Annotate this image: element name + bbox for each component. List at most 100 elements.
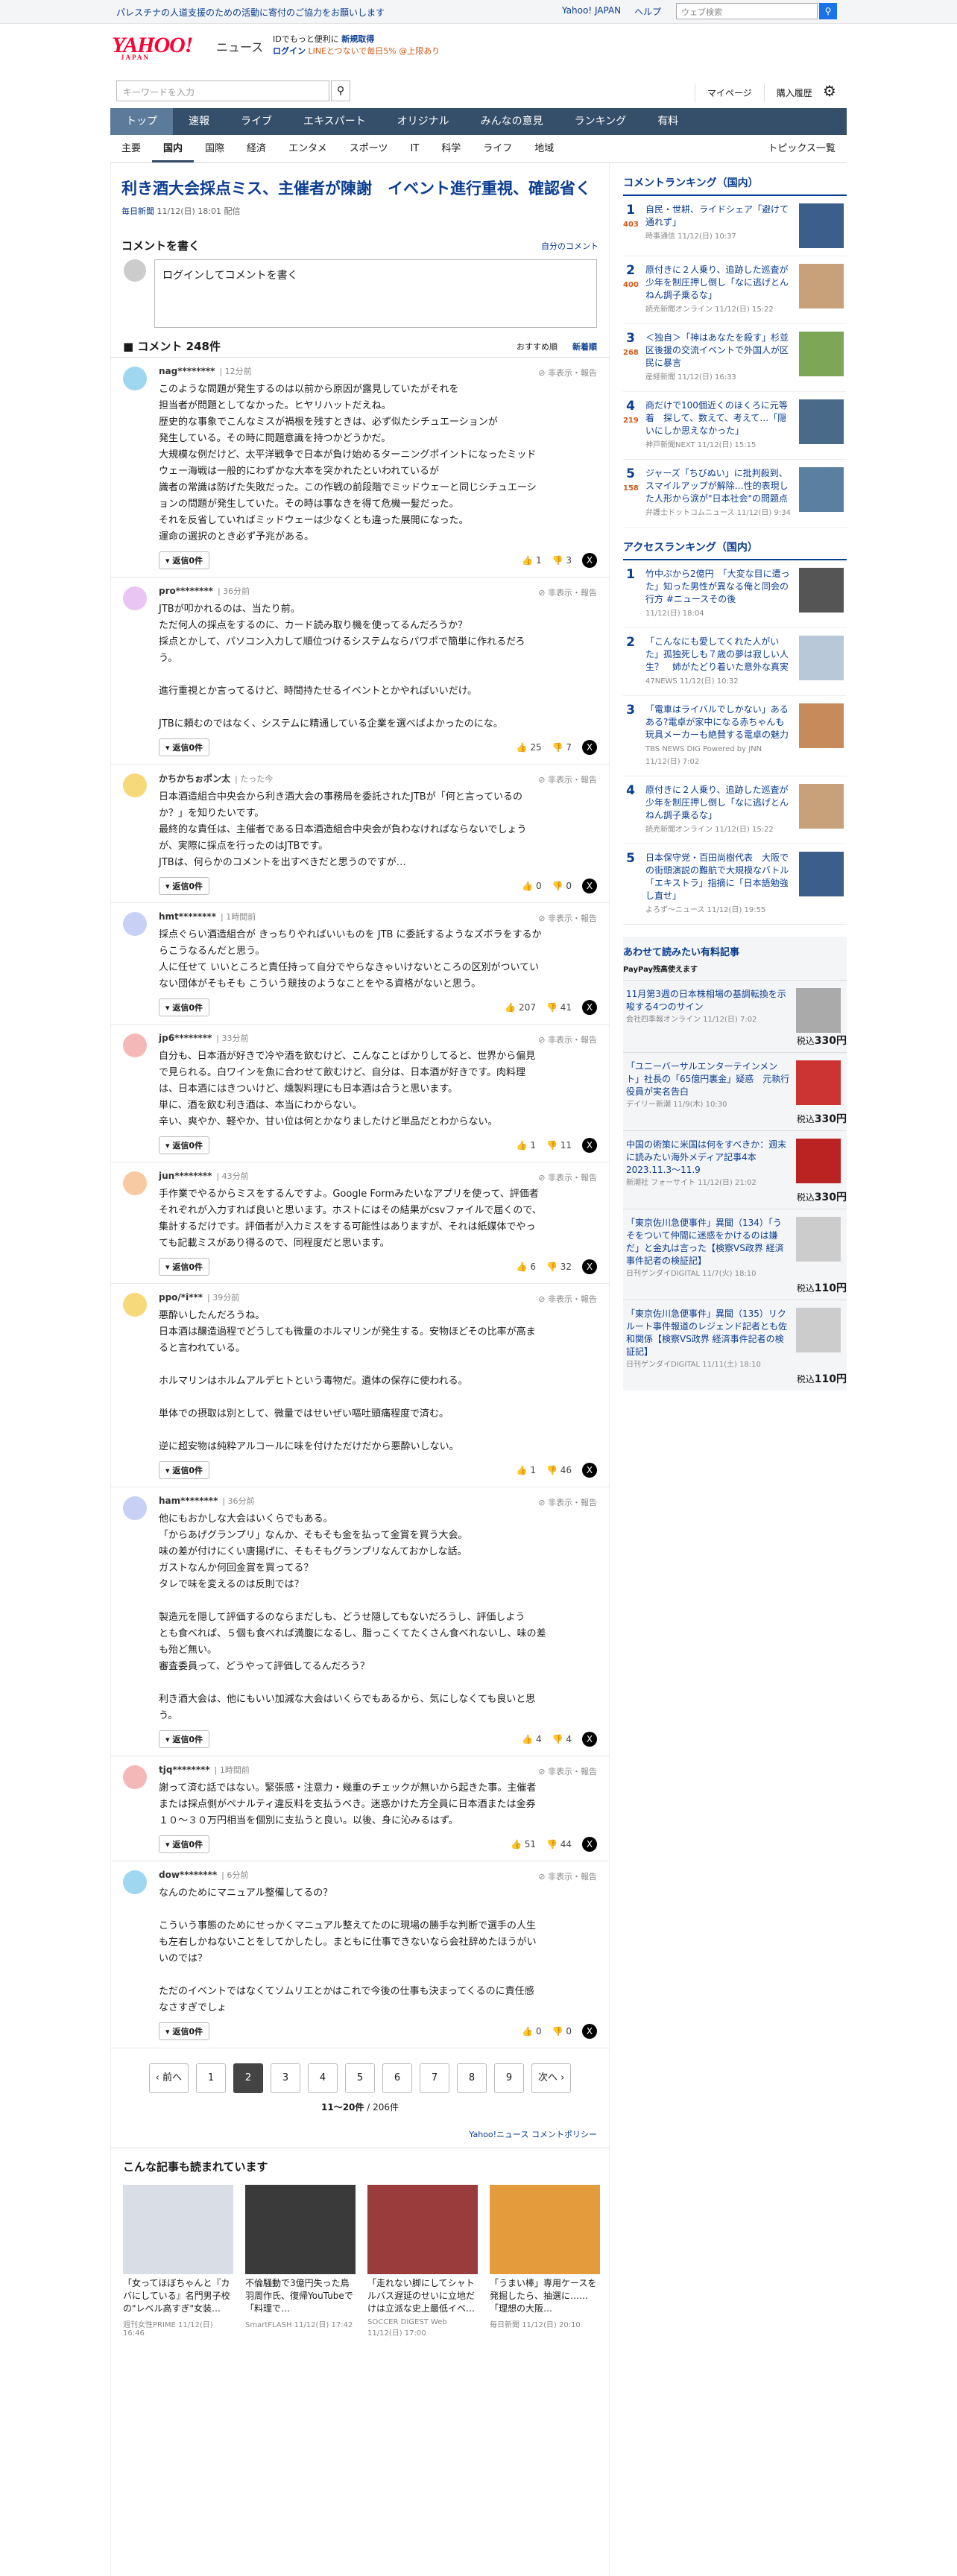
comment-user[interactable]: jp6******** | 33分前 [159, 1032, 597, 1044]
sort-recommended[interactable]: おすすめ順 [517, 341, 558, 352]
page-5-button[interactable]: 5 [345, 2063, 375, 2093]
reply-button[interactable]: ▾ 返信0件 [159, 551, 210, 569]
x-share-icon[interactable]: X [582, 1463, 597, 1478]
paid-article[interactable]: 「東京佐川急便事件」異聞（134）「うそをついて仲間に迷惑をかけるのは嫌だ」と金… [623, 1209, 847, 1300]
ranking-item[interactable]: 3 268 ＜独自＞「神はあなたを殺す」杉並区後援の交流イベントで外国人が区民に暴言… [623, 324, 847, 392]
x-share-icon[interactable]: X [582, 1259, 597, 1274]
page-2-button[interactable]: 2 [233, 2063, 263, 2093]
tab-economy[interactable]: 経済 [236, 135, 277, 162]
rank-title[interactable]: 商だけで100個近くのほくろに元等着 探して、数えて、考えて…「隠いにしか思えな… [645, 399, 792, 452]
comment-user[interactable]: jun******** | 43分前 [159, 1170, 597, 1182]
rank-thumbnail[interactable] [799, 568, 844, 613]
nav-opinions[interactable]: みんなの意見 [465, 108, 559, 135]
tab-sports[interactable]: スポーツ [338, 135, 399, 162]
thumbs-up-icon[interactable]: 👍 0 [522, 881, 541, 891]
help-link[interactable]: ヘルプ [634, 5, 661, 18]
card-thumbnail[interactable] [367, 2185, 478, 2274]
avatar[interactable] [123, 1765, 147, 1789]
nav-expert[interactable]: エキスパート [288, 108, 382, 135]
thumbs-up-icon[interactable]: 👍 207 [505, 1002, 536, 1013]
mypage-link[interactable]: マイページ [695, 83, 764, 102]
reply-button[interactable]: ▾ 返信0件 [159, 1258, 210, 1276]
page-1-button[interactable]: 1 [196, 2063, 226, 2093]
paid-thumbnail[interactable] [796, 988, 841, 1033]
rank-thumbnail[interactable] [799, 852, 844, 896]
rank-thumbnail[interactable] [799, 332, 844, 376]
paid-thumbnail[interactable] [796, 1139, 841, 1183]
rank-thumbnail[interactable] [799, 784, 844, 829]
search-icon[interactable]: ⚲ [331, 80, 350, 101]
thumbs-up-icon[interactable]: 👍 51 [511, 1839, 536, 1849]
comment-user[interactable]: dow******** | 6分前 [159, 1869, 597, 1881]
x-share-icon[interactable]: X [582, 740, 597, 755]
avatar[interactable] [123, 1293, 147, 1317]
reply-button[interactable]: ▾ 返信0件 [159, 2022, 210, 2040]
login-link[interactable]: ログイン [273, 46, 306, 56]
hide-report-link[interactable]: ⊘ 非表示・報告 [538, 367, 597, 379]
avatar[interactable] [123, 1034, 147, 1057]
rank-thumbnail[interactable] [799, 399, 844, 444]
rank-title[interactable]: 原付きに２人乗り、追跡した巡査が少年を制圧押し倒し「なに逃げとんねん調子乗るな」… [645, 264, 792, 316]
paid-thumbnail[interactable] [796, 1308, 841, 1352]
paid-thumbnail[interactable] [796, 1060, 841, 1105]
article-title[interactable]: 利き酒大会採点ミス、主催者が陳謝 イベント進行重視、確認省く [111, 163, 609, 202]
x-share-icon[interactable]: X [582, 553, 597, 568]
gear-icon[interactable]: ⚙ [823, 82, 836, 100]
card-title[interactable]: 「うまい棒」専用ケースを発掘したら、抽選に……「理想の大阪… [490, 2277, 600, 2315]
paid-article-title[interactable]: 「東京佐川急便事件」異聞（134）「うそをついて仲間に迷惑をかけるのは嫌だ」と金… [626, 1217, 790, 1280]
comment-user[interactable]: nag******** | 12分前 [159, 365, 597, 377]
page-8-button[interactable]: 8 [457, 2063, 487, 2093]
card-thumbnail[interactable] [490, 2185, 600, 2274]
comment-user[interactable]: hmt******** | 1時間前 [159, 911, 597, 923]
keyword-search-input[interactable]: キーワードを入力 [116, 80, 329, 101]
paid-thumbnail[interactable] [796, 1217, 841, 1262]
thumbs-down-icon[interactable]: 👎 41 [546, 1002, 572, 1013]
thumbs-down-icon[interactable]: 👎 0 [552, 881, 572, 891]
paid-article[interactable]: 「ユニーバーサルエンターテインメント」社長の「65億円裏金」疑惑 元執行役員が実… [623, 1052, 847, 1130]
avatar[interactable] [123, 367, 147, 390]
nav-paid[interactable]: 有料 [642, 108, 694, 135]
card-title[interactable]: 「走れない脚にしてシャトルバス遅延のせいに立地だけは立派な史上最低イベ… [367, 2277, 478, 2315]
nav-ranking[interactable]: ランキング [559, 108, 642, 135]
comment-user[interactable]: ppo/*i*** | 39分前 [159, 1291, 597, 1303]
card-title[interactable]: 不倫騒動で3億円失った鳥羽周作氏、復帰YouTubeで「料理で… [245, 2277, 356, 2315]
signup-link[interactable]: 新規取得 [341, 34, 374, 44]
ranking-item[interactable]: 1 403 自民・世耕、ライドシェア「避けて通れず」 時事通信 11/12(日) 10… [623, 196, 847, 256]
thumbs-down-icon[interactable]: 👎 7 [552, 742, 572, 753]
rank-title[interactable]: 竹中ぷから2億円 「大変な目に遭った」知った男性が異なる俺と同会の行方 #ニュー… [645, 568, 792, 620]
rank-title[interactable]: 「電車はライバルでしかない」あるある?電卓が家中になる赤ちゃんも玩具メーカーも絶… [645, 703, 792, 768]
rank-title[interactable]: 日本保守党・百田尚樹代表 大阪での街頭演説の難航で大規模なバトル「エキストラ」指… [645, 852, 792, 917]
paid-article-title[interactable]: 中国の術策に米国は何をすべきか：週末に読みたい海外メディア記事4本 2023.1… [626, 1139, 790, 1189]
thumbs-down-icon[interactable]: 👎 46 [546, 1465, 572, 1475]
card-thumbnail[interactable] [245, 2185, 356, 2274]
article-card[interactable]: 「うまい棒」専用ケースを発掘したら、抽選に……「理想の大阪… 毎日新聞 11/12… [490, 2185, 600, 2338]
next-page-button[interactable]: 次へ › [531, 2063, 572, 2093]
hide-report-link[interactable]: ⊘ 非表示・報告 [538, 1765, 597, 1777]
tab-main[interactable]: 主要 [110, 135, 152, 162]
avatar[interactable] [123, 773, 147, 797]
reply-button[interactable]: ▾ 返信0件 [159, 877, 210, 895]
tab-it[interactable]: IT [399, 135, 430, 162]
hide-report-link[interactable]: ⊘ 非表示・報告 [538, 1034, 597, 1045]
page-3-button[interactable]: 3 [271, 2063, 300, 2093]
access-ranking-item[interactable]: 5 日本保守党・百田尚樹代表 大阪での街頭演説の難航で大規模なバトル「エキストラ」… [623, 844, 847, 925]
ranking-item[interactable]: 2 400 原付きに２人乗り、追跡した巡査が少年を制圧押し倒し「なに逃げとんねん調子… [623, 256, 847, 324]
rank-title[interactable]: ＜独自＞「神はあなたを殺す」杉並区後援の交流イベントで外国人が区民に暴言 産経新聞… [645, 332, 792, 384]
paid-article[interactable]: 「東京佐川急便事件」異聞（135）リクルート事件報道のレジェンド記者とも佐和関係… [623, 1300, 847, 1390]
rank-thumbnail[interactable] [799, 703, 844, 748]
access-ranking-item[interactable]: 1 竹中ぷから2億円 「大変な目に遭った」知った男性が異なる俺と同会の行方 #ニュ… [623, 560, 847, 628]
paid-article[interactable]: 中国の術策に米国は何をすべきか：週末に読みたい海外メディア記事4本 2023.1… [623, 1130, 847, 1209]
reply-button[interactable]: ▾ 返信0件 [159, 1835, 210, 1853]
comment-input[interactable]: ログインしてコメントを書く [154, 259, 597, 328]
x-share-icon[interactable]: X [582, 1000, 597, 1015]
purchase-history-link[interactable]: 購入履歴 [763, 83, 824, 102]
x-share-icon[interactable]: X [582, 1837, 597, 1852]
page-9-button[interactable]: 9 [494, 2063, 524, 2093]
article-card[interactable]: 不倫騒動で3億円失った鳥羽周作氏、復帰YouTubeで「料理で… SmartFLA… [245, 2185, 356, 2338]
rank-thumbnail[interactable] [799, 636, 844, 680]
article-card[interactable]: 「走れない脚にしてシャトルバス遅延のせいに立地だけは立派な史上最低イベ… SOCC… [367, 2185, 478, 2338]
access-ranking-item[interactable]: 3 「電車はライバルでしかない」あるある?電卓が家中になる赤ちゃんも玩具メーカーも… [623, 696, 847, 776]
paid-article-title[interactable]: 11月第3週の日本株相場の基調転換を示唆する4つのサイン 会社四季報オンライン 1… [626, 988, 790, 1033]
article-card[interactable]: 「女ってほぼちゃんと『カバにしている』名門男子校の"レベル高すぎ"女装… 週刊女性… [123, 2185, 233, 2338]
avatar[interactable] [123, 1171, 147, 1195]
